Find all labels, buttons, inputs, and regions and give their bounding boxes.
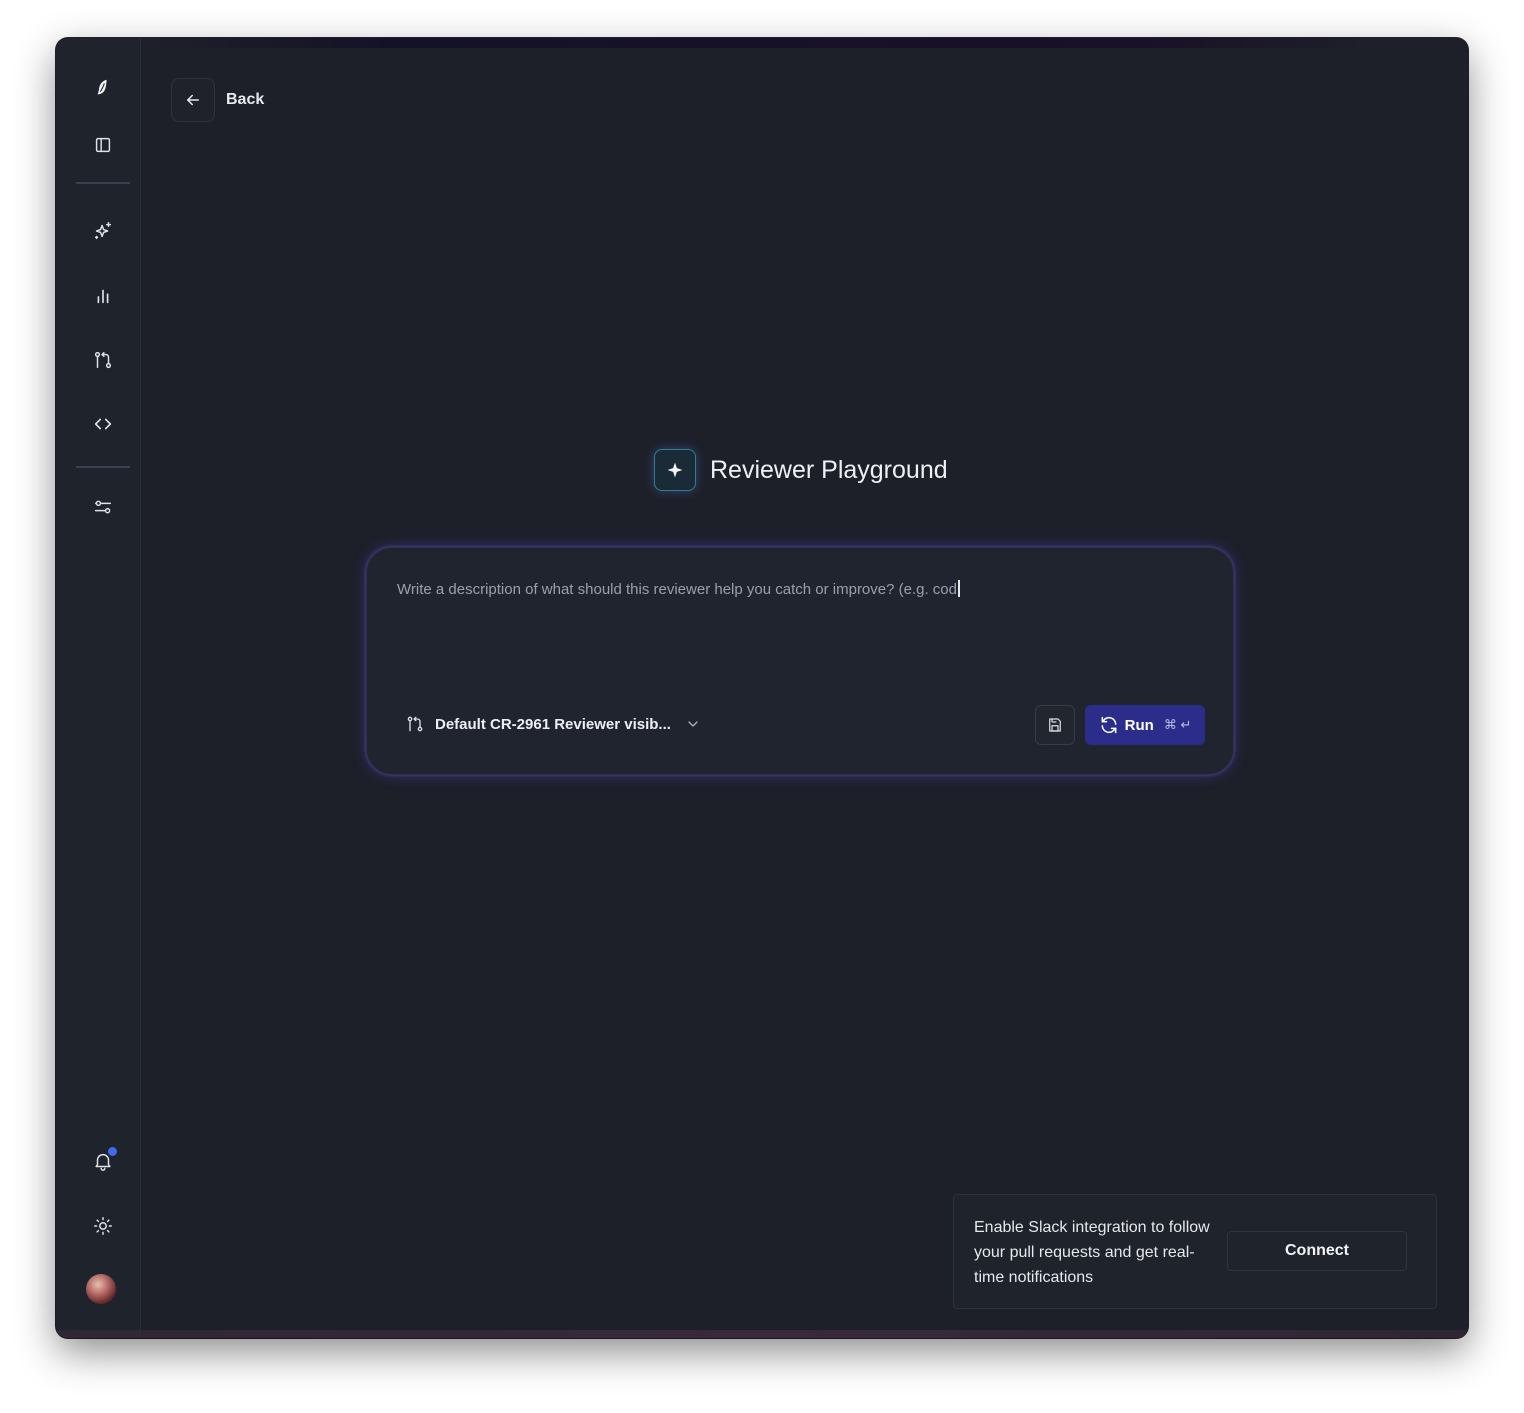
notification-dot <box>108 1147 117 1156</box>
description-input[interactable]: Write a description of what should this … <box>397 580 1197 604</box>
run-shortcut: ⌘ ↵ <box>1163 717 1192 732</box>
reviewer-select-label: Default CR-2961 Reviewer visib... <box>435 715 671 733</box>
reviewer-select[interactable]: Default CR-2961 Reviewer visib... <box>405 712 701 736</box>
avatar[interactable] <box>86 1274 116 1304</box>
logo-icon[interactable] <box>86 71 120 105</box>
top-glow <box>146 38 1378 48</box>
connect-button[interactable]: Connect <box>1227 1231 1407 1271</box>
bell-icon[interactable] <box>86 1144 120 1178</box>
refresh-icon <box>1101 716 1117 734</box>
sparkles-icon[interactable] <box>86 214 120 248</box>
back-label[interactable]: Back <box>226 91 264 109</box>
description-text: Write a description of what should this … <box>397 581 957 598</box>
sliders-icon[interactable] <box>86 490 120 524</box>
bottom-glow <box>56 1330 1468 1338</box>
text-caret <box>958 580 960 597</box>
app-window: Back Reviewer Playground Write a descrip… <box>56 38 1468 1338</box>
sidebar <box>56 38 141 1338</box>
page-title: Reviewer Playground <box>710 455 948 484</box>
slack-integration-toast: Enable Slack integration to follow your … <box>953 1194 1437 1309</box>
sidebar-divider <box>76 466 130 468</box>
git-pull-request-icon <box>407 716 423 732</box>
save-icon <box>1049 718 1061 732</box>
arrow-left-icon <box>187 94 199 106</box>
git-pull-request-icon[interactable] <box>86 343 120 377</box>
code-icon[interactable] <box>86 407 120 441</box>
sidebar-toggle-icon[interactable] <box>86 128 120 162</box>
run-label: Run <box>1124 716 1154 734</box>
run-button[interactable]: Run ⌘ ↵ <box>1085 705 1205 745</box>
sun-icon[interactable] <box>86 1209 120 1243</box>
chevron-down-icon <box>688 721 698 727</box>
back-button[interactable] <box>171 78 215 122</box>
sidebar-divider <box>76 182 130 184</box>
reviewer-prompt-card: Write a description of what should this … <box>366 547 1234 775</box>
save-button[interactable] <box>1035 705 1075 745</box>
sparkle-badge-icon <box>654 449 696 491</box>
page-header: Reviewer Playground <box>654 449 948 491</box>
toast-message: Enable Slack integration to follow your … <box>974 1219 1210 1286</box>
bar-chart-icon[interactable] <box>86 279 120 313</box>
